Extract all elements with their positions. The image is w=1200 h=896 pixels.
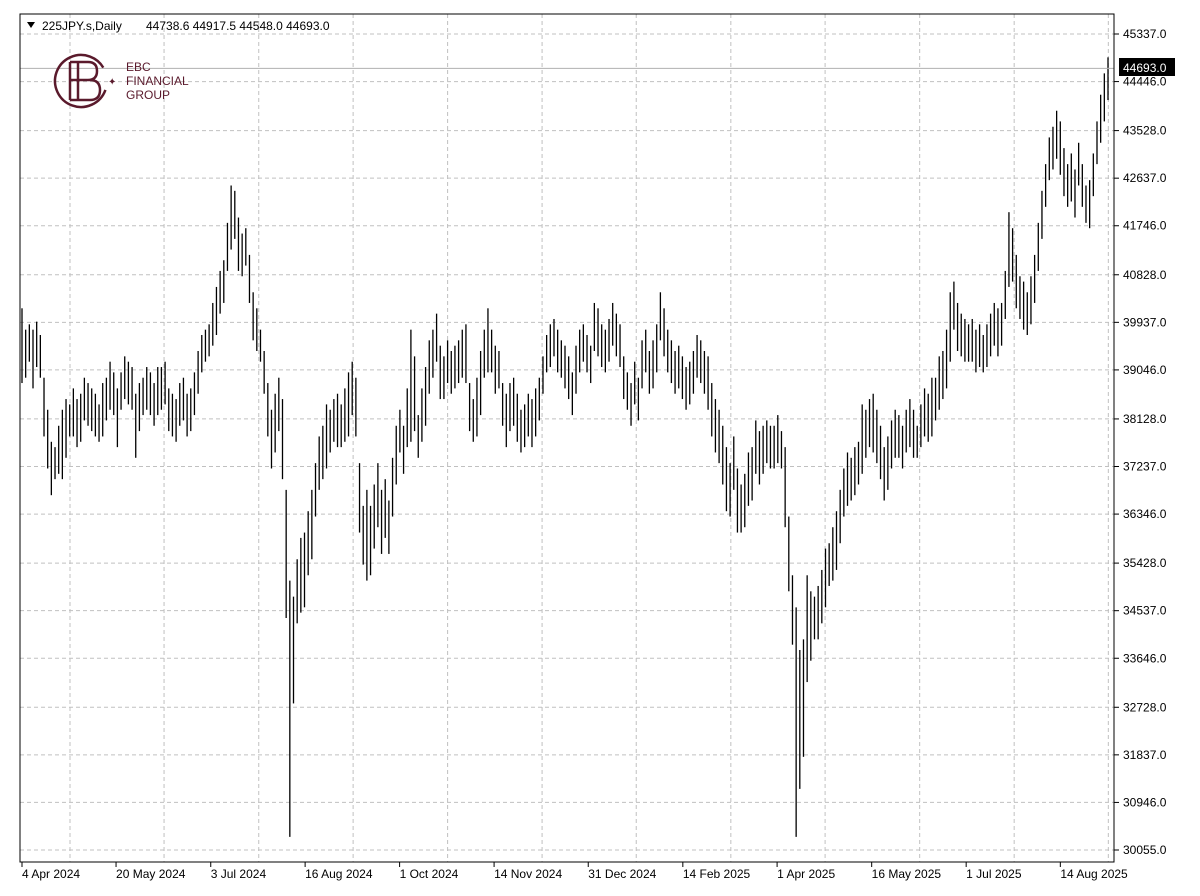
dropdown-triangle-icon[interactable] bbox=[27, 22, 35, 28]
price-bars bbox=[21, 57, 1109, 837]
ebc-logo: ✦ EBC FINANCIAL GROUP bbox=[53, 53, 189, 109]
y-tick-label: 31837.0 bbox=[1123, 748, 1167, 762]
x-tick-label: 1 Oct 2024 bbox=[400, 867, 459, 881]
ohlc-values: 44738.6 44917.5 44548.0 44693.0 bbox=[146, 19, 330, 33]
y-tick-label: 45337.0 bbox=[1123, 27, 1167, 41]
y-tick-label: 35428.0 bbox=[1123, 556, 1167, 570]
x-tick-label: 1 Jul 2025 bbox=[966, 867, 1022, 881]
y-tick-label: 41746.0 bbox=[1123, 219, 1167, 233]
x-tick-label: 14 Aug 2025 bbox=[1060, 867, 1128, 881]
x-tick-label: 3 Jul 2024 bbox=[211, 867, 267, 881]
x-tick-label: 16 Aug 2024 bbox=[305, 867, 373, 881]
grid bbox=[20, 14, 1114, 862]
x-tick-label: 1 Apr 2025 bbox=[777, 867, 835, 881]
logo-line-1: EBC bbox=[126, 60, 151, 74]
y-tick-label: 32728.0 bbox=[1123, 700, 1167, 714]
y-tick-label: 39046.0 bbox=[1123, 363, 1167, 377]
x-axis: 4 Apr 2024 20 May 2024 3 Jul 2024 16 Aug 20… bbox=[21, 862, 1128, 881]
x-tick-label: 20 May 2024 bbox=[116, 867, 186, 881]
last-price-label: 44693.0 bbox=[1123, 61, 1167, 75]
y-tick-label: 36346.0 bbox=[1123, 507, 1167, 521]
y-tick-label: 30946.0 bbox=[1123, 795, 1167, 809]
y-tick-label: 30055.0 bbox=[1123, 843, 1167, 857]
y-tick-label: 38128.0 bbox=[1123, 412, 1167, 426]
x-tick-label: 14 Feb 2025 bbox=[683, 867, 751, 881]
x-tick-label: 16 May 2025 bbox=[872, 867, 942, 881]
y-tick-label: 40828.0 bbox=[1123, 268, 1167, 282]
logo-b-mark-icon bbox=[68, 60, 102, 102]
logo-star-icon: ✦ bbox=[108, 77, 116, 88]
y-tick-label: 43528.0 bbox=[1123, 124, 1167, 138]
y-tick-label: 33646.0 bbox=[1123, 651, 1167, 665]
chart: 45337.0 44446.0 43528.0 42637.0 41746.0 40828… bbox=[19, 13, 1175, 881]
logo-line-2: FINANCIAL bbox=[126, 74, 189, 88]
x-tick-label: 31 Dec 2024 bbox=[588, 867, 656, 881]
y-tick-label: 39937.0 bbox=[1123, 315, 1167, 329]
logo-line-3: GROUP bbox=[126, 88, 170, 102]
y-tick-label: 37237.0 bbox=[1123, 460, 1167, 474]
y-tick-label: 44446.0 bbox=[1123, 75, 1167, 89]
y-axis: 45337.0 44446.0 43528.0 42637.0 41746.0 40828… bbox=[1114, 27, 1167, 857]
y-tick-label: 34537.0 bbox=[1123, 604, 1167, 618]
y-tick-label: 42637.0 bbox=[1123, 171, 1167, 185]
x-tick-label: 14 Nov 2024 bbox=[494, 867, 562, 881]
header: 225JPY.s,Daily 44738.6 44917.5 44548.0 4… bbox=[27, 19, 330, 33]
last-price-tag: 44693.0 bbox=[1119, 58, 1175, 76]
plot-frame bbox=[19, 13, 1115, 863]
symbol-label: 225JPY.s,Daily bbox=[42, 19, 122, 33]
x-tick-label: 4 Apr 2024 bbox=[22, 867, 80, 881]
